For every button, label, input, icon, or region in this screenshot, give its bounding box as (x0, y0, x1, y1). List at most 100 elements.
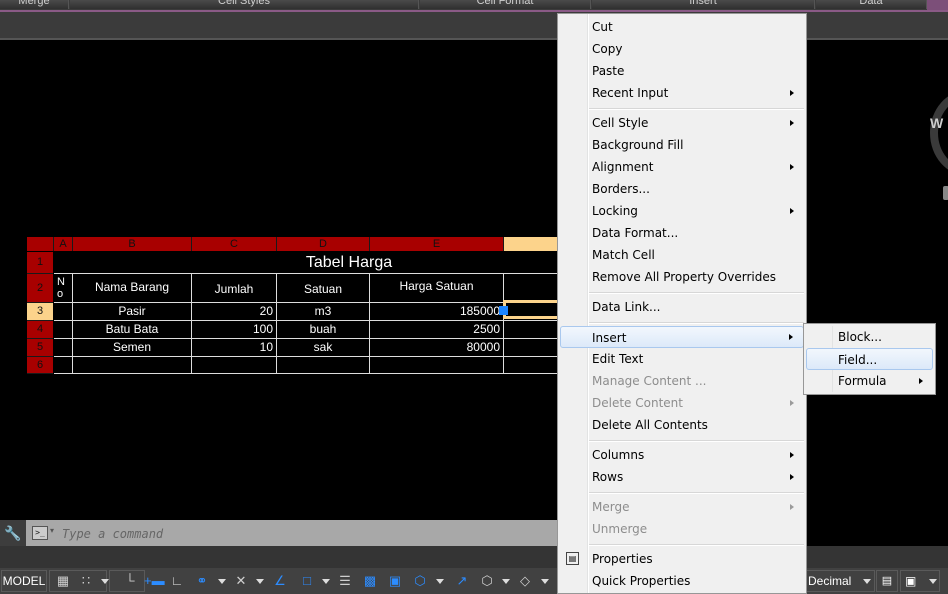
menu-item-remove-overrides[interactable]: Remove All Property Overrides (560, 266, 804, 288)
menu-item-cell-style[interactable]: Cell Style (560, 112, 804, 134)
object-snap-icon[interactable]: □ (298, 572, 316, 590)
menu-item-manage-content[interactable]: Manage Content ... (560, 370, 804, 392)
header-cell-satuan[interactable]: Satuan (277, 274, 369, 302)
menu-item-unmerge[interactable]: Unmerge (560, 518, 804, 540)
chevron-down-icon[interactable] (502, 579, 510, 584)
menu-item-paste[interactable]: Paste (560, 60, 804, 82)
column-header-d[interactable]: D (277, 237, 370, 251)
menu-item-data-link[interactable]: Data Link... (560, 296, 804, 318)
selected-cell[interactable] (503, 300, 563, 319)
chevron-down-icon[interactable] (863, 579, 871, 584)
chevron-down-icon[interactable] (101, 579, 109, 584)
table-cell[interactable]: 2500 (370, 321, 503, 338)
object-snap-tracking-icon[interactable]: ∠ (271, 572, 289, 590)
menu-item-delete-all-contents[interactable]: Delete All Contents (560, 414, 804, 436)
wrench-icon[interactable]: 🔧 (0, 520, 26, 546)
menu-item-properties[interactable]: ▤ Properties (560, 548, 804, 570)
table-cell[interactable]: 10 (192, 339, 276, 356)
viewcube-west-label[interactable]: W (930, 115, 943, 131)
menu-item-recent-input[interactable]: Recent Input (560, 82, 804, 104)
submenu-item-formula[interactable]: Formula (806, 370, 933, 392)
column-header-c[interactable]: C (192, 237, 277, 251)
menu-item-label: Field... (838, 353, 878, 367)
3d-object-snap-icon[interactable]: ⬡ (411, 572, 429, 590)
table-cell[interactable]: 185000 (370, 303, 503, 320)
transparency-icon[interactable]: ▩ (361, 572, 379, 590)
command-prompt-icon[interactable]: >_ (32, 526, 48, 540)
menu-item-rows[interactable]: Rows (560, 466, 804, 488)
submenu-item-field[interactable]: Field... (806, 348, 933, 370)
ribbon-panel-insert[interactable]: Insert (592, 0, 815, 9)
menu-item-background-fill[interactable]: Background Fill (560, 134, 804, 156)
chevron-down-icon[interactable]: ▾ (50, 526, 54, 535)
quick-properties-icon[interactable]: ▤ (876, 570, 898, 592)
table-title[interactable]: Tabel Harga (54, 252, 644, 273)
chevron-down-icon[interactable] (929, 579, 937, 584)
lineweight-icon[interactable]: ☰ (336, 572, 354, 590)
menu-item-columns[interactable]: Columns (560, 444, 804, 466)
menu-item-quick-properties[interactable]: Quick Properties (560, 570, 804, 592)
menu-item-data-format[interactable]: Data Format... (560, 222, 804, 244)
row-header-5[interactable]: 5 (27, 339, 53, 357)
menu-item-merge[interactable]: Merge (560, 496, 804, 518)
table-cell[interactable]: Pasir (73, 303, 191, 320)
row-header-1[interactable]: 1 (27, 252, 53, 274)
dynamic-input-icon[interactable]: +▬ (144, 572, 165, 590)
column-header-b[interactable]: B (73, 237, 192, 251)
gizmo-icon[interactable]: ◇ (516, 572, 534, 590)
table-cell[interactable]: m3 (277, 303, 369, 320)
model-space-button[interactable]: MODEL (1, 570, 47, 592)
infer-constraints-icon[interactable]: └ (121, 572, 139, 590)
menu-item-insert[interactable]: Insert (560, 326, 804, 348)
ribbon-panel-data[interactable]: Data (816, 0, 927, 9)
menu-item-borders[interactable]: Borders... (560, 178, 804, 200)
snap-icon[interactable]: ∷ (77, 572, 95, 590)
menu-item-label: Cell Style (592, 116, 649, 130)
table-cell[interactable]: 100 (192, 321, 276, 338)
menu-item-locking[interactable]: Locking (560, 200, 804, 222)
menu-item-cut[interactable]: Cut (560, 16, 804, 38)
menu-item-delete-content[interactable]: Delete Content (560, 392, 804, 414)
menu-item-copy[interactable]: Copy (560, 38, 804, 60)
header-cell-harga-satuan[interactable]: Harga Satuan (370, 274, 503, 302)
header-cell-nama-barang[interactable]: Nama Barang (73, 274, 191, 302)
chevron-down-icon[interactable] (541, 579, 549, 584)
row-header-4[interactable]: 4 (27, 321, 53, 339)
chevron-down-icon[interactable] (218, 579, 226, 584)
isodraft-icon[interactable]: ✕ (232, 572, 250, 590)
ribbon-panel-cell-styles[interactable]: Cell Styles (70, 0, 419, 9)
chevron-down-icon[interactable] (322, 579, 330, 584)
row-header-6[interactable]: 6 (27, 357, 53, 374)
selection-filter-icon[interactable]: ⬡ (478, 572, 496, 590)
table-cell[interactable]: 80000 (370, 339, 503, 356)
autofill-grip[interactable] (499, 306, 508, 315)
submenu-arrow-icon (790, 400, 794, 406)
table-cell[interactable]: 20 (192, 303, 276, 320)
menu-item-match-cell[interactable]: Match Cell (560, 244, 804, 266)
menu-item-alignment[interactable]: Alignment (560, 156, 804, 178)
column-header-e[interactable]: E (370, 237, 504, 251)
chevron-down-icon[interactable] (436, 579, 444, 584)
column-header-selected[interactable] (504, 237, 558, 251)
dynamic-ucs-icon[interactable]: ↗ (453, 572, 471, 590)
table-cell[interactable]: sak (277, 339, 369, 356)
menu-item-edit-text[interactable]: Edit Text (560, 348, 804, 370)
ortho-icon[interactable]: ∟ (168, 572, 186, 590)
polar-tracking-icon[interactable]: ⚭ (193, 572, 211, 590)
column-header-a[interactable]: A (54, 237, 73, 251)
navbar-button[interactable] (943, 186, 948, 200)
grid-icon[interactable]: ▦ (54, 572, 72, 590)
command-input[interactable] (60, 523, 544, 545)
row-header-2[interactable]: 2 (27, 274, 53, 303)
table-cell[interactable]: buah (277, 321, 369, 338)
header-cell-no[interactable]: No (57, 276, 71, 302)
ribbon-panel-merge[interactable]: Merge (0, 0, 69, 9)
header-cell-jumlah[interactable]: Jumlah (192, 274, 276, 302)
selection-cycling-icon[interactable]: ▣ (386, 572, 404, 590)
submenu-item-block[interactable]: Block... (806, 326, 933, 348)
table-cell[interactable]: Semen (73, 339, 191, 356)
row-header-3[interactable]: 3 (27, 303, 53, 321)
ribbon-panel-cell-format[interactable]: Cell Format (420, 0, 591, 9)
chevron-down-icon[interactable] (256, 579, 264, 584)
table-cell[interactable]: Batu Bata (73, 321, 191, 338)
